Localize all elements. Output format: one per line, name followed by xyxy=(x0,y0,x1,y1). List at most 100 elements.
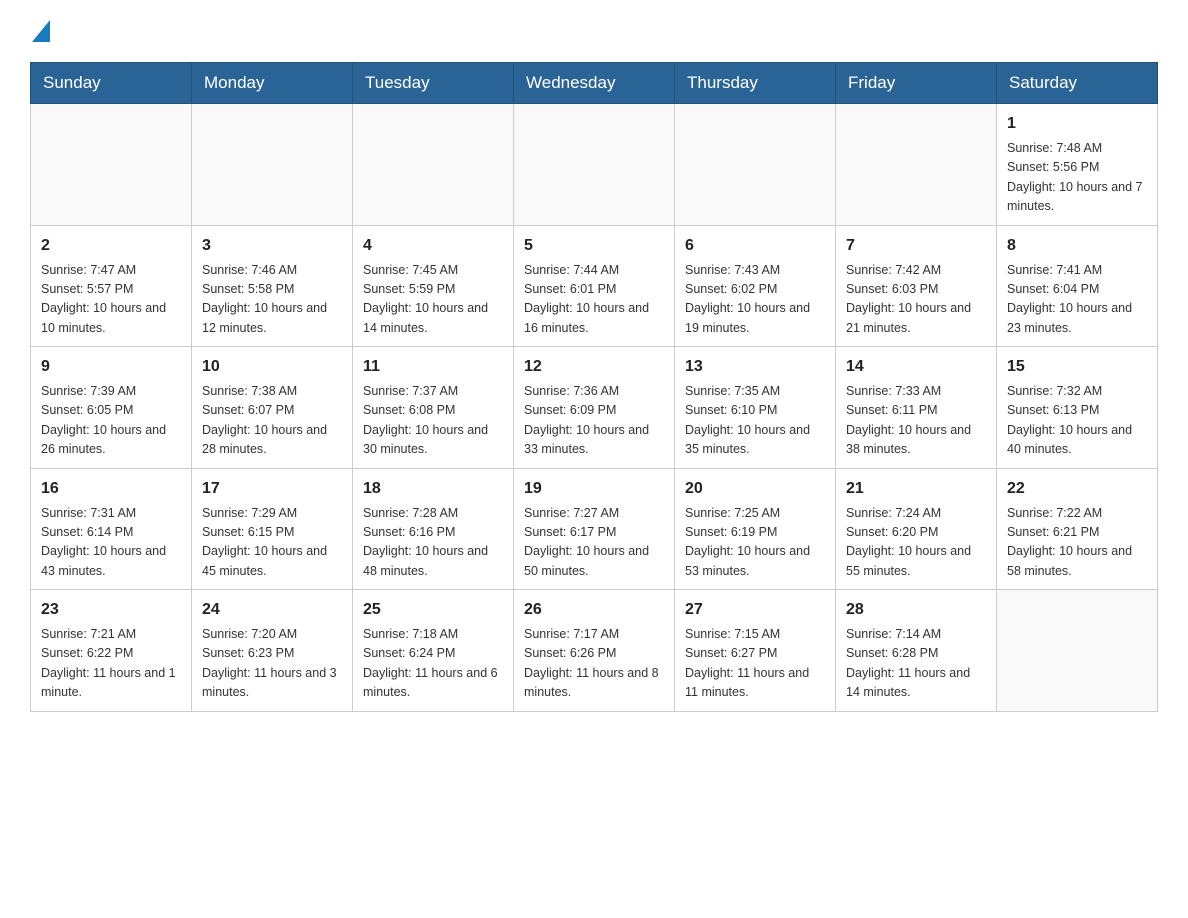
calendar-day-cell: 26 Sunrise: 7:17 AMSunset: 6:26 PMDayligh… xyxy=(514,590,675,712)
day-number: 23 xyxy=(41,598,181,622)
calendar-week-row: 1 Sunrise: 7:48 AMSunset: 5:56 PMDaylight… xyxy=(31,104,1158,226)
day-number: 10 xyxy=(202,355,342,379)
calendar-day-cell: 8 Sunrise: 7:41 AMSunset: 6:04 PMDaylight… xyxy=(997,225,1158,347)
calendar-day-cell: 17 Sunrise: 7:29 AMSunset: 6:15 PMDayligh… xyxy=(192,468,353,590)
calendar-day-cell xyxy=(997,590,1158,712)
day-info: Sunrise: 7:37 AMSunset: 6:08 PMDaylight:… xyxy=(363,382,503,460)
calendar-day-cell: 20 Sunrise: 7:25 AMSunset: 6:19 PMDayligh… xyxy=(675,468,836,590)
day-info: Sunrise: 7:33 AMSunset: 6:11 PMDaylight:… xyxy=(846,382,986,460)
logo-triangle-icon xyxy=(32,20,50,42)
calendar-header-wednesday: Wednesday xyxy=(514,63,675,104)
calendar-day-cell: 2Sunrise: 7:47 AMSunset: 5:57 PMDaylight… xyxy=(31,225,192,347)
day-number: 15 xyxy=(1007,355,1147,379)
day-info: Sunrise: 7:38 AMSunset: 6:07 PMDaylight:… xyxy=(202,382,342,460)
calendar-header-tuesday: Tuesday xyxy=(353,63,514,104)
day-info: Sunrise: 7:24 AMSunset: 6:20 PMDaylight:… xyxy=(846,504,986,582)
calendar-day-cell: 1 Sunrise: 7:48 AMSunset: 5:56 PMDaylight… xyxy=(997,104,1158,226)
calendar-week-row: 23 Sunrise: 7:21 AMSunset: 6:22 PMDayligh… xyxy=(31,590,1158,712)
calendar-day-cell: 12 Sunrise: 7:36 AMSunset: 6:09 PMDayligh… xyxy=(514,347,675,469)
calendar-table: SundayMondayTuesdayWednesdayThursdayFrid… xyxy=(30,62,1158,712)
day-number: 4 xyxy=(363,234,503,258)
day-number: 12 xyxy=(524,355,664,379)
day-number: 28 xyxy=(846,598,986,622)
day-info: Sunrise: 7:39 AMSunset: 6:05 PMDaylight:… xyxy=(41,382,181,460)
calendar-header-monday: Monday xyxy=(192,63,353,104)
day-info: Sunrise: 7:46 AMSunset: 5:58 PMDaylight:… xyxy=(202,261,342,339)
calendar-header-sunday: Sunday xyxy=(31,63,192,104)
day-info: Sunrise: 7:45 AMSunset: 5:59 PMDaylight:… xyxy=(363,261,503,339)
calendar-day-cell xyxy=(675,104,836,226)
calendar-day-cell: 7 Sunrise: 7:42 AMSunset: 6:03 PMDaylight… xyxy=(836,225,997,347)
calendar-day-cell: 27Sunrise: 7:15 AMSunset: 6:27 PMDayligh… xyxy=(675,590,836,712)
day-number: 7 xyxy=(846,234,986,258)
day-info: Sunrise: 7:25 AMSunset: 6:19 PMDaylight:… xyxy=(685,504,825,582)
calendar-day-cell xyxy=(353,104,514,226)
day-number: 6 xyxy=(685,234,825,258)
calendar-day-cell: 24Sunrise: 7:20 AMSunset: 6:23 PMDayligh… xyxy=(192,590,353,712)
calendar-day-cell xyxy=(514,104,675,226)
day-number: 21 xyxy=(846,477,986,501)
day-info: Sunrise: 7:31 AMSunset: 6:14 PMDaylight:… xyxy=(41,504,181,582)
calendar-day-cell: 15 Sunrise: 7:32 AMSunset: 6:13 PMDayligh… xyxy=(997,347,1158,469)
day-number: 9 xyxy=(41,355,181,379)
day-number: 26 xyxy=(524,598,664,622)
day-info: Sunrise: 7:43 AMSunset: 6:02 PMDaylight:… xyxy=(685,261,825,339)
day-number: 20 xyxy=(685,477,825,501)
day-number: 5 xyxy=(524,234,664,258)
day-number: 22 xyxy=(1007,477,1147,501)
calendar-day-cell xyxy=(31,104,192,226)
day-number: 14 xyxy=(846,355,986,379)
calendar-day-cell: 25 Sunrise: 7:18 AMSunset: 6:24 PMDayligh… xyxy=(353,590,514,712)
day-info: Sunrise: 7:48 AMSunset: 5:56 PMDaylight:… xyxy=(1007,139,1147,217)
logo xyxy=(30,20,50,42)
day-info: Sunrise: 7:18 AMSunset: 6:24 PMDaylight:… xyxy=(363,625,503,703)
day-info: Sunrise: 7:35 AMSunset: 6:10 PMDaylight:… xyxy=(685,382,825,460)
day-info: Sunrise: 7:36 AMSunset: 6:09 PMDaylight:… xyxy=(524,382,664,460)
day-number: 17 xyxy=(202,477,342,501)
day-number: 18 xyxy=(363,477,503,501)
calendar-day-cell: 3 Sunrise: 7:46 AMSunset: 5:58 PMDaylight… xyxy=(192,225,353,347)
calendar-day-cell: 18 Sunrise: 7:28 AMSunset: 6:16 PMDayligh… xyxy=(353,468,514,590)
day-info: Sunrise: 7:32 AMSunset: 6:13 PMDaylight:… xyxy=(1007,382,1147,460)
day-number: 19 xyxy=(524,477,664,501)
day-info: Sunrise: 7:29 AMSunset: 6:15 PMDaylight:… xyxy=(202,504,342,582)
calendar-header-saturday: Saturday xyxy=(997,63,1158,104)
day-number: 24 xyxy=(202,598,342,622)
day-info: Sunrise: 7:21 AMSunset: 6:22 PMDaylight:… xyxy=(41,625,181,703)
calendar-day-cell: 19Sunrise: 7:27 AMSunset: 6:17 PMDayligh… xyxy=(514,468,675,590)
day-number: 16 xyxy=(41,477,181,501)
calendar-day-cell xyxy=(836,104,997,226)
calendar-header-row: SundayMondayTuesdayWednesdayThursdayFrid… xyxy=(31,63,1158,104)
day-info: Sunrise: 7:42 AMSunset: 6:03 PMDaylight:… xyxy=(846,261,986,339)
day-info: Sunrise: 7:41 AMSunset: 6:04 PMDaylight:… xyxy=(1007,261,1147,339)
calendar-day-cell: 9 Sunrise: 7:39 AMSunset: 6:05 PMDaylight… xyxy=(31,347,192,469)
day-info: Sunrise: 7:44 AMSunset: 6:01 PMDaylight:… xyxy=(524,261,664,339)
calendar-day-cell: 28 Sunrise: 7:14 AMSunset: 6:28 PMDayligh… xyxy=(836,590,997,712)
day-info: Sunrise: 7:17 AMSunset: 6:26 PMDaylight:… xyxy=(524,625,664,703)
calendar-day-cell: 10 Sunrise: 7:38 AMSunset: 6:07 PMDayligh… xyxy=(192,347,353,469)
day-number: 3 xyxy=(202,234,342,258)
day-info: Sunrise: 7:28 AMSunset: 6:16 PMDaylight:… xyxy=(363,504,503,582)
calendar-day-cell: 14 Sunrise: 7:33 AMSunset: 6:11 PMDayligh… xyxy=(836,347,997,469)
day-number: 2 xyxy=(41,234,181,258)
calendar-week-row: 16 Sunrise: 7:31 AMSunset: 6:14 PMDayligh… xyxy=(31,468,1158,590)
calendar-header-thursday: Thursday xyxy=(675,63,836,104)
day-number: 8 xyxy=(1007,234,1147,258)
day-number: 11 xyxy=(363,355,503,379)
calendar-day-cell: 11 Sunrise: 7:37 AMSunset: 6:08 PMDayligh… xyxy=(353,347,514,469)
day-info: Sunrise: 7:22 AMSunset: 6:21 PMDaylight:… xyxy=(1007,504,1147,582)
calendar-day-cell: 6 Sunrise: 7:43 AMSunset: 6:02 PMDaylight… xyxy=(675,225,836,347)
day-info: Sunrise: 7:14 AMSunset: 6:28 PMDaylight:… xyxy=(846,625,986,703)
calendar-week-row: 2Sunrise: 7:47 AMSunset: 5:57 PMDaylight… xyxy=(31,225,1158,347)
calendar-day-cell: 13Sunrise: 7:35 AMSunset: 6:10 PMDayligh… xyxy=(675,347,836,469)
day-number: 1 xyxy=(1007,112,1147,136)
day-info: Sunrise: 7:15 AMSunset: 6:27 PMDaylight:… xyxy=(685,625,825,703)
calendar-day-cell: 16 Sunrise: 7:31 AMSunset: 6:14 PMDayligh… xyxy=(31,468,192,590)
calendar-day-cell: 4 Sunrise: 7:45 AMSunset: 5:59 PMDaylight… xyxy=(353,225,514,347)
calendar-day-cell: 22 Sunrise: 7:22 AMSunset: 6:21 PMDayligh… xyxy=(997,468,1158,590)
day-number: 25 xyxy=(363,598,503,622)
calendar-day-cell: 5 Sunrise: 7:44 AMSunset: 6:01 PMDaylight… xyxy=(514,225,675,347)
calendar-day-cell: 21 Sunrise: 7:24 AMSunset: 6:20 PMDayligh… xyxy=(836,468,997,590)
calendar-day-cell xyxy=(192,104,353,226)
page-header xyxy=(30,20,1158,42)
